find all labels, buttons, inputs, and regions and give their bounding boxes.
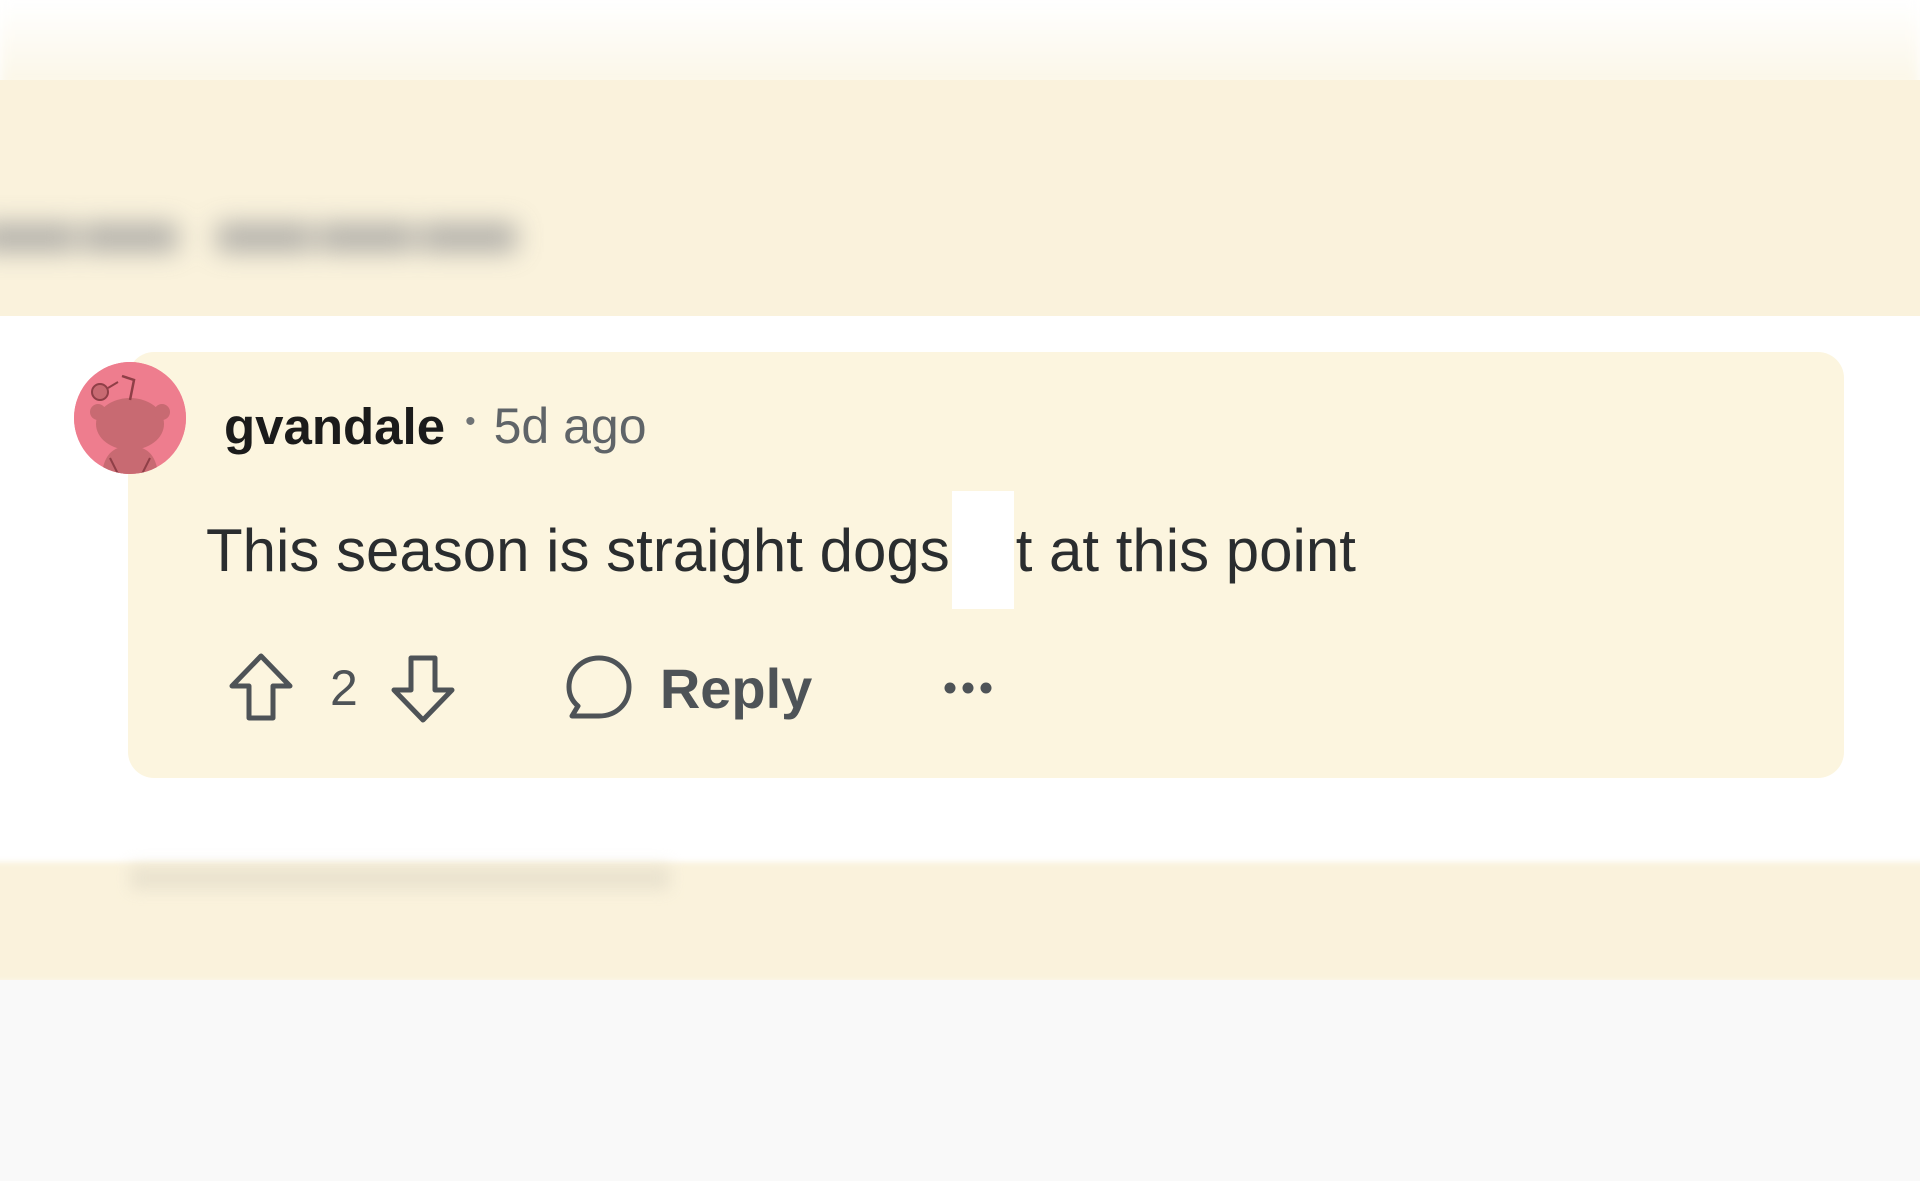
upvote-arrow-icon [229,653,293,721]
comment-timestamp: 5d ago [493,398,647,454]
next-comment-shadow [130,866,670,890]
username[interactable]: gvandale [224,397,445,456]
meta-separator: • [465,405,476,438]
reply-button[interactable]: Reply [564,653,813,723]
upvote-button[interactable] [226,652,296,724]
comment-meta: gvandale • 5d ago [224,394,647,458]
comment-actions: 2 Reply [226,648,994,728]
downvote-button[interactable] [388,652,458,724]
user-avatar[interactable] [74,362,186,474]
previous-comment-blurred-timestamp: ▬▬ ▬▬▬ [0,166,523,273]
snoo-avatar-icon [74,362,186,474]
vote-count: 2 [330,660,358,716]
censor-block [951,491,1014,609]
comment-body: This season is straight dogs t at this po… [206,491,1356,609]
more-options-button[interactable] [942,680,994,696]
comment-text-after: t at this point [1015,516,1356,584]
speech-bubble-icon [566,655,632,719]
screenshot: ▬▬ ▬▬▬ gvandale • 5d ago This season is … [0,0,1920,1181]
ellipsis-icon [944,682,992,694]
downvote-arrow-icon [391,655,455,723]
comment-text-before: This season is straight dogs [206,516,950,584]
bottom-fade [0,980,1920,1181]
reply-label: Reply [659,656,813,720]
top-fade [0,0,1920,90]
